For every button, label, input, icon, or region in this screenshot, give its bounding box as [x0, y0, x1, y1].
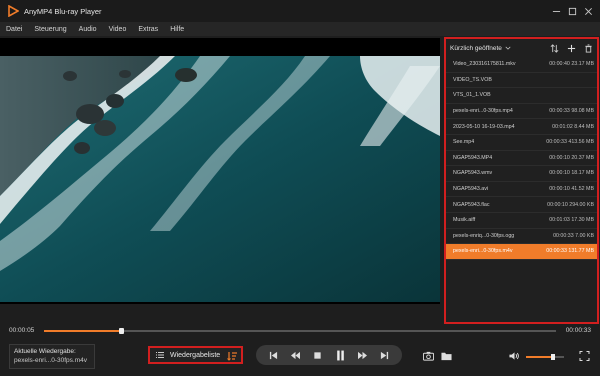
playlist-header: Kürzlich geöffnete: [446, 39, 597, 57]
playlist-panel: Kürzlich geöffnete Video_230316175811.mk…: [444, 37, 599, 324]
playlist-item-meta: 00:00:10 41.52 MB: [549, 186, 594, 193]
menu-video[interactable]: Video: [109, 26, 127, 33]
title-bar: AnyMP4 Blu-ray Player: [0, 0, 600, 22]
list-icon: [156, 351, 164, 359]
volume-icon[interactable]: [508, 350, 520, 361]
playlist-item[interactable]: NGAP5943.MP4 00:00:10 20.37 MB: [446, 151, 597, 167]
playlist-item-name: See.mp4: [453, 139, 475, 146]
now-playing-label: Aktuelle Wiedergabe:: [14, 348, 76, 355]
playlist-item[interactable]: pexels-enriq...0-30fps.ogg 00:00:33 7.00 …: [446, 229, 597, 245]
next-track-icon[interactable]: [379, 349, 391, 361]
seek-handle[interactable]: [118, 328, 124, 334]
seek-bar: 00:00:05 00:00:33: [0, 324, 600, 338]
playlist-item-name: VIDEO_TS.VOB: [453, 76, 492, 83]
playlist-item-name: pexels-enriq...0-30fps.ogg: [453, 232, 515, 239]
playlist-item-name: NGAP5943.MP4: [453, 154, 493, 161]
playlist-item-name: pexels-enri...0-30fps.m4v: [453, 248, 513, 255]
trash-icon[interactable]: [583, 42, 593, 54]
playlist-item[interactable]: VIDEO_TS.VOB: [446, 73, 597, 89]
playlist-item-name: 2023-05-10 16-19-03.mp4: [453, 123, 515, 130]
playlist-list: Video_230316175811.mkv 00:00:40 23.17 MB …: [446, 57, 597, 260]
playlist-item-name: NGAP5943.avi: [453, 186, 489, 193]
seek-track[interactable]: [44, 328, 556, 334]
playlist-item-active[interactable]: pexels-enri...0-30fps.m4v 00:00:33 131.77…: [446, 244, 597, 260]
menu-hilfe[interactable]: Hilfe: [170, 26, 184, 33]
playlist-item[interactable]: See.mp4 00:00:33 413.56 MB: [446, 135, 597, 151]
rewind-icon[interactable]: [289, 349, 301, 361]
playlist-item-name: Musik.aiff: [453, 217, 476, 224]
playlist-item-name: VTS_01_1.VOB: [453, 92, 491, 99]
video-area[interactable]: [0, 38, 440, 304]
playlist-item-name: NGAP5943.flac: [453, 201, 490, 208]
folder-icon[interactable]: [440, 350, 452, 361]
app-title: AnyMP4 Blu-ray Player: [24, 6, 102, 16]
playlist-button-label: Wiedergabeliste: [170, 351, 221, 359]
playlist-button[interactable]: Wiedergabeliste: [148, 346, 243, 364]
current-time: 00:00:05: [9, 327, 35, 334]
playlist-item[interactable]: Video_230316175811.mkv 00:00:40 23.17 MB: [446, 57, 597, 73]
menu-extras[interactable]: Extras: [138, 26, 158, 33]
playlist-item-meta: 00:00:10 20.37 MB: [549, 154, 594, 161]
snapshot-camera-icon[interactable]: [422, 350, 434, 361]
pause-icon[interactable]: [334, 349, 346, 361]
playlist-item-meta: 00:01:03 17.30 MB: [549, 217, 594, 224]
playlist-item[interactable]: NGAP5943.avi 00:00:10 41.52 MB: [446, 182, 597, 198]
volume-slider[interactable]: [526, 354, 564, 360]
transport-controls: [256, 345, 402, 365]
playlist-item-name: Video_230316175811.mkv: [453, 61, 516, 68]
playlist-item[interactable]: NGAP5943.flac 00:00:10 294.00 KB: [446, 197, 597, 213]
sort-icon[interactable]: [549, 42, 559, 54]
playlist-item-meta: 00:00:10 294.00 KB: [547, 201, 594, 208]
playlist-sort-icon[interactable]: [227, 351, 237, 361]
video-frame[interactable]: [0, 56, 440, 302]
seek-progress: [44, 330, 121, 332]
playlist-item[interactable]: pexels-enri...0-30fps.mp4 00:00:33 98.08 …: [446, 104, 597, 120]
playlist-item-meta: 00:00:40 23.17 MB: [549, 61, 594, 68]
playlist-item[interactable]: Musik.aiff 00:01:03 17.30 MB: [446, 213, 597, 229]
fullscreen-icon[interactable]: [578, 350, 590, 361]
menu-steuerung[interactable]: Steuerung: [34, 26, 66, 33]
app-logo-icon: [7, 5, 19, 17]
total-time: 00:00:33: [565, 327, 591, 334]
playlist-item-meta: 00:00:33 7.00 KB: [553, 232, 594, 239]
now-playing-box: Aktuelle Wiedergabe: pexels-enri...0-30f…: [9, 344, 95, 369]
volume-level: [526, 356, 553, 358]
menu-audio[interactable]: Audio: [79, 26, 97, 33]
playlist-item-meta: 00:01:02 8.44 MB: [552, 123, 594, 130]
previous-track-icon[interactable]: [267, 349, 279, 361]
volume-handle[interactable]: [550, 354, 555, 360]
menu-datei[interactable]: Datei: [6, 26, 22, 33]
playlist-item-name: NGAP5943.wmv: [453, 170, 493, 177]
add-icon[interactable]: [566, 42, 576, 54]
minimize-icon[interactable]: [548, 3, 564, 19]
playlist-item[interactable]: NGAP5943.wmv 00:00:10 18.17 MB: [446, 166, 597, 182]
playlist-item[interactable]: 2023-05-10 16-19-03.mp4 00:01:02 8.44 MB: [446, 119, 597, 135]
playlist-item[interactable]: VTS_01_1.VOB: [446, 88, 597, 104]
window-controls: [548, 3, 596, 19]
playlist-item-name: pexels-enri...0-30fps.mp4: [453, 108, 513, 115]
playlist-item-meta: 00:00:10 18.17 MB: [549, 170, 594, 177]
playlist-item-meta: 00:00:33 413.56 MB: [546, 139, 594, 146]
stop-icon[interactable]: [312, 349, 324, 361]
video-image: [0, 56, 440, 302]
maximize-icon[interactable]: [564, 3, 580, 19]
playlist-title[interactable]: Kürzlich geöffnete: [450, 45, 502, 52]
close-icon[interactable]: [580, 3, 596, 19]
chevron-down-icon[interactable]: [505, 45, 511, 51]
playlist-item-meta: 00:00:33 98.08 MB: [549, 108, 594, 115]
menu-bar: Datei Steuerung Audio Video Extras Hilfe: [0, 22, 600, 36]
playlist-item-meta: 00:00:33 131.77 MB: [546, 248, 594, 255]
fast-forward-icon[interactable]: [356, 349, 368, 361]
control-bar: Aktuelle Wiedergabe: pexels-enri...0-30f…: [0, 338, 600, 376]
playlist-tools: [549, 42, 593, 54]
now-playing-file: pexels-enri...0-30fps.m4v: [14, 357, 87, 364]
